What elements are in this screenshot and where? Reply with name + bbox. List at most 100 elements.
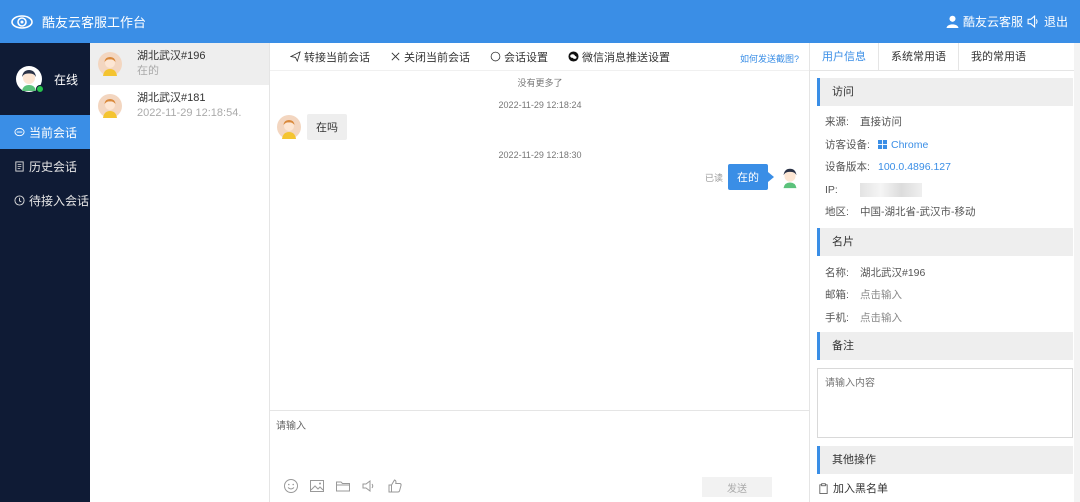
nav-item-label: 当前会话 — [29, 125, 78, 140]
visitor-avatar-icon — [277, 115, 301, 139]
session-name: 湖北武汉#196 — [137, 50, 206, 62]
visit-source-row: 来源: 直接访问 — [825, 111, 1080, 134]
device-name: Chrome — [891, 138, 929, 151]
field-label: 地区: — [825, 206, 849, 218]
field-label: 来源: — [825, 116, 849, 128]
session-preview: 2022-11-29 12:18:54. — [137, 107, 242, 119]
visit-section-title: 访问 — [817, 78, 1073, 106]
toolbar-label: 会话设置 — [504, 51, 548, 64]
online-dot — [36, 85, 44, 93]
visitor-avatar-icon — [98, 52, 122, 76]
message-input[interactable] — [276, 417, 796, 467]
visit-source: 直接访问 — [860, 116, 902, 128]
chat-bubble-icon — [14, 127, 25, 136]
field-label: 设备版本: — [825, 161, 870, 173]
current-user: 酷友云客服 — [962, 15, 1023, 29]
agent-avatar-icon — [778, 165, 802, 189]
toolbar-label: 转接当前会话 — [304, 51, 370, 64]
card-email-row: 邮箱: 点击输入 — [825, 284, 1080, 307]
header-right: 酷友云客服 退出 — [946, 0, 1068, 43]
agent-message: 已读 在的 — [705, 164, 802, 190]
message-timestamp: 2022-11-29 12:18:24 — [498, 100, 582, 110]
thumbs-up-icon[interactable] — [387, 478, 403, 494]
nav-item-label: 历史会话 — [29, 159, 78, 174]
session-preview: 在的 — [137, 65, 159, 77]
app-title: 酷友云客服工作台 — [42, 15, 147, 30]
status-text: 在线 — [54, 72, 79, 87]
note-section-title: 备注 — [817, 332, 1073, 360]
blacklist-label: 加入黑名单 — [833, 483, 888, 495]
read-status: 已读 — [704, 172, 723, 183]
send-plane-icon — [290, 51, 301, 62]
session-list: 湖北武汉#196 在的 湖北武汉#181 2022-11-29 12:18:54… — [90, 43, 270, 502]
visitor-message: 在吗 — [277, 114, 347, 140]
visit-region: 中国-湖北省-武汉市-移动 — [860, 206, 976, 218]
message-bubble: 在的 — [728, 164, 774, 190]
transfer-session-button[interactable]: 转接当前会话 — [290, 49, 370, 65]
session-name: 湖北武汉#181 — [137, 92, 206, 104]
toolbar-label: 关闭当前会话 — [404, 51, 470, 64]
chat-toolbar: 转接当前会话 关闭当前会话 会话设置 微信消息推送设置 — [270, 43, 809, 71]
logout-link[interactable]: 退出 — [1044, 13, 1068, 30]
tab-my-phrases[interactable]: 我的常用语 — [959, 43, 1038, 70]
image-icon[interactable] — [309, 478, 325, 494]
card-name[interactable]: 湖北武汉#196 — [860, 262, 925, 285]
send-button[interactable]: 发送 — [702, 477, 772, 497]
chat-area: 转接当前会话 关闭当前会话 会话设置 微信消息推送设置 如何发送截图? 没有更多… — [270, 43, 810, 502]
visit-region-row: 地区: 中国-湖北省-武汉市-移动 — [825, 201, 1080, 224]
field-label: IP: — [825, 183, 838, 196]
message-composer: 发送 — [270, 410, 810, 502]
visitor-avatar-icon — [98, 94, 122, 118]
emoji-icon[interactable] — [283, 478, 299, 494]
logo-icon — [11, 14, 33, 29]
tab-system-phrases[interactable]: 系统常用语 — [879, 43, 959, 70]
ip-address-redacted — [860, 182, 922, 197]
tab-user-info[interactable]: 用户信息 — [810, 43, 879, 70]
visit-version-row: 设备版本: 100.0.4896.127 — [825, 156, 1080, 179]
clipboard-icon — [819, 482, 828, 494]
visit-ip-row: IP: — [825, 179, 1080, 202]
speaker-icon[interactable] — [1027, 15, 1040, 28]
field-label: 手机: — [825, 311, 849, 324]
voice-icon[interactable] — [361, 478, 377, 494]
toolbar-label: 微信消息推送设置 — [582, 51, 670, 64]
composer-tools — [283, 478, 403, 494]
card-phone-row: 手机: 点击输入 — [825, 307, 1080, 330]
wechat-icon — [568, 51, 579, 62]
windows-icon — [878, 139, 887, 149]
add-blacklist-button[interactable]: 加入黑名单 — [818, 480, 1080, 496]
session-item[interactable]: 湖北武汉#196 在的 — [90, 43, 269, 85]
info-panel: 用户信息 系统常用语 我的常用语 访问 来源: 直接访问 访客设备: Chrom… — [810, 43, 1080, 502]
document-icon — [15, 160, 24, 172]
chat-circle-icon — [490, 51, 501, 62]
user-icon — [946, 15, 959, 28]
close-session-button[interactable]: 关闭当前会话 — [390, 49, 470, 65]
panel-tabs: 用户信息 系统常用语 我的常用语 — [810, 43, 1080, 71]
session-item[interactable]: 湖北武汉#181 2022-11-29 12:18:54. — [90, 85, 269, 127]
clock-icon — [14, 194, 25, 206]
nav-current-sessions[interactable]: 当前会话 — [0, 115, 90, 149]
message-area[interactable]: 没有更多了 2022-11-29 12:18:24 在吗 2022-11-29 … — [270, 71, 810, 411]
nav-item-label: 待接入会话 — [29, 193, 90, 208]
message-timestamp: 2022-11-29 12:18:30 — [498, 150, 582, 160]
top-header: 酷友云客服工作台 酷友云客服 退出 — [0, 0, 1080, 43]
close-icon — [391, 52, 400, 61]
visit-device: Chrome — [878, 134, 928, 157]
device-version: 100.0.4896.127 — [878, 161, 951, 173]
wechat-push-settings-button[interactable]: 微信消息推送设置 — [568, 49, 670, 65]
note-input[interactable] — [817, 368, 1073, 438]
panel-scrollbar[interactable] — [1074, 43, 1080, 502]
visit-device-row: 访客设备: Chrome — [825, 134, 1080, 157]
agent-status[interactable]: 在线 — [0, 43, 90, 115]
nav-history-sessions[interactable]: 历史会话 — [0, 149, 90, 183]
nav-pending-sessions[interactable]: 待接入会话 — [0, 183, 90, 217]
other-section-title: 其他操作 — [817, 446, 1073, 474]
screenshot-help-link[interactable]: 如何发送截图? — [740, 52, 799, 65]
session-settings-button[interactable]: 会话设置 — [490, 49, 548, 65]
phone-field[interactable]: 点击输入 — [860, 307, 902, 330]
folder-icon[interactable] — [335, 478, 351, 494]
card-section-title: 名片 — [817, 227, 1073, 256]
side-nav: 在线 当前会话 历史会话 待接入会话 — [0, 43, 90, 502]
card-name-row: 名称: 湖北武汉#196 — [825, 262, 1080, 285]
email-field[interactable]: 点击输入 — [860, 284, 902, 307]
